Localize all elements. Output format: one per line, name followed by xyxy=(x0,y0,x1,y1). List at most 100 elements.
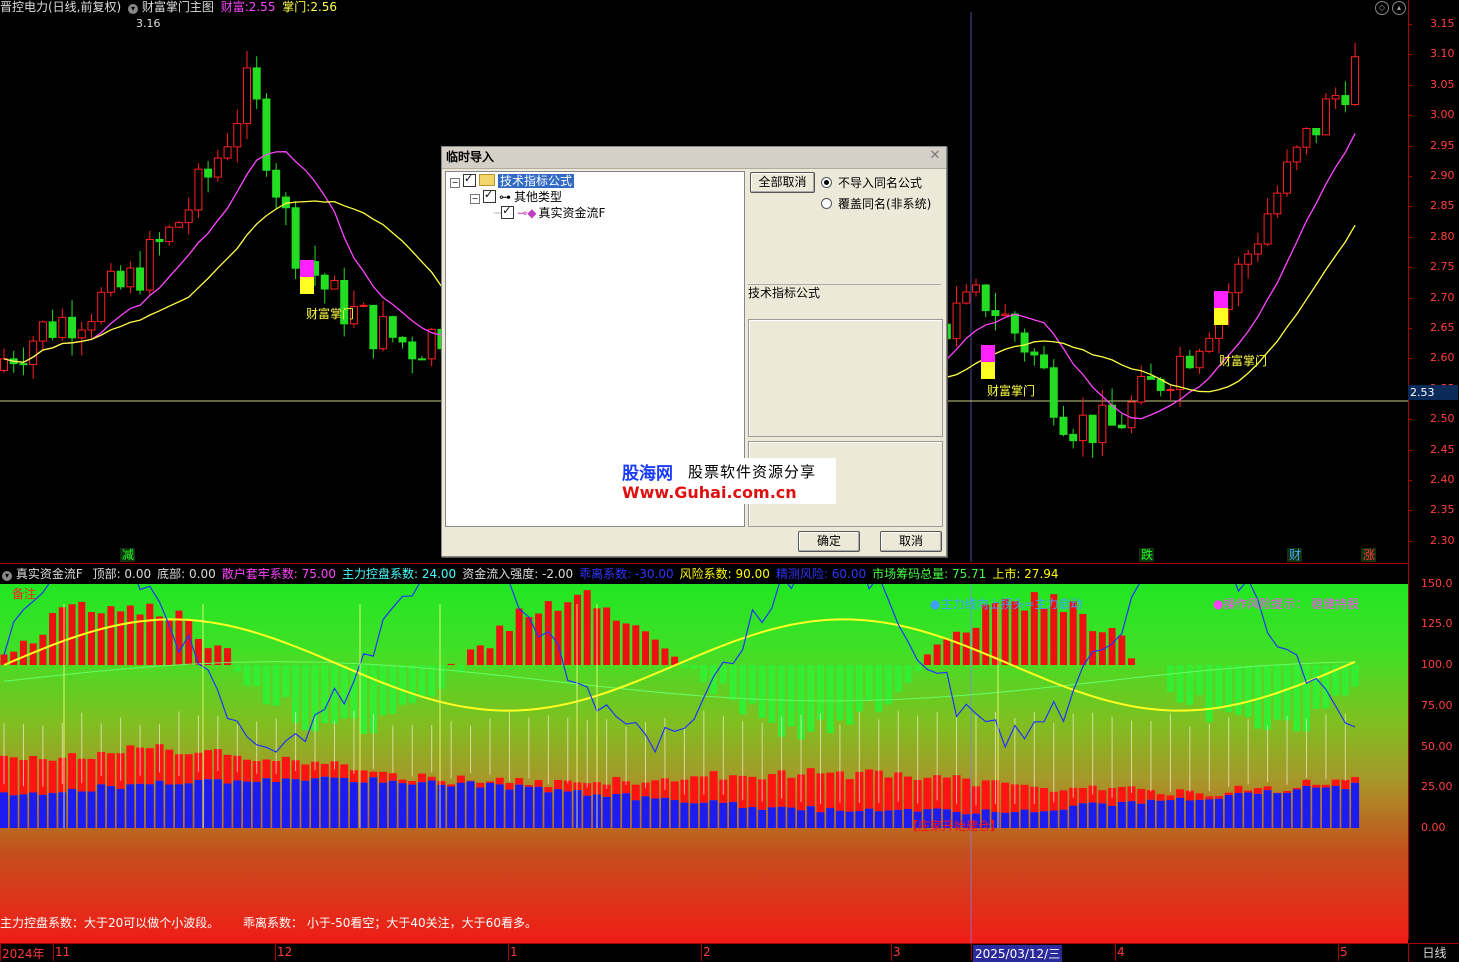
blue-volume-bar xyxy=(1128,801,1136,828)
cancel-button[interactable]: 取消 xyxy=(880,531,942,552)
flow-up-bar xyxy=(195,639,202,665)
red-volume-bar xyxy=(1001,783,1009,813)
group-divider xyxy=(748,284,941,285)
main-indicator-name[interactable]: 财富掌门主图 xyxy=(142,0,214,14)
blue-volume-bar xyxy=(875,811,883,828)
price-tick-mark xyxy=(1408,450,1412,451)
collapse-node-icon[interactable]: − xyxy=(470,194,480,204)
indicator-toggle-icon-2[interactable]: ▾ xyxy=(2,571,12,581)
blue-volume-bar xyxy=(1244,793,1252,828)
close-icon[interactable]: ✕ xyxy=(928,149,942,163)
blue-volume-bar xyxy=(49,793,57,828)
red-volume-bar xyxy=(525,785,533,787)
watermark-brand: 股海网 xyxy=(622,459,673,484)
flow-down-bar xyxy=(253,665,260,686)
red-volume-bar xyxy=(885,777,893,810)
flow-down-bar xyxy=(856,665,863,711)
blue-volume-bar xyxy=(758,810,766,828)
radio-no-import[interactable]: 不导入同名公式 xyxy=(821,174,922,191)
tree-label-tech[interactable]: 技术指标公式 xyxy=(498,174,574,188)
indicator-toggle-icon[interactable]: ▾ xyxy=(128,4,138,14)
red-volume-bar xyxy=(262,759,270,778)
tree-node-flow[interactable]: ┈⊸◆真实资金流F xyxy=(494,205,605,221)
radio-overwrite[interactable]: 覆盖同名(非系统) xyxy=(821,195,931,212)
tree-label-flow[interactable]: 真实资金流F xyxy=(539,206,606,220)
flow-up-bar xyxy=(448,664,455,665)
price-tick-mark xyxy=(1408,85,1412,86)
signal-label: 跌 xyxy=(1141,547,1153,562)
indicator-param-value: -30.00 xyxy=(631,567,674,581)
flow-down-bar xyxy=(1254,665,1261,729)
red-volume-bar xyxy=(535,780,543,787)
flow-down-bar xyxy=(866,665,873,700)
blue-volume-bar xyxy=(1273,793,1281,828)
blue-volume-bar xyxy=(214,779,222,828)
ok-button[interactable]: 确定 xyxy=(798,531,860,552)
blue-volume-bar xyxy=(185,783,193,828)
flow-down-bar xyxy=(1216,665,1223,710)
blue-volume-bar xyxy=(505,790,513,828)
candle-body xyxy=(1079,415,1086,440)
blue-volume-bar xyxy=(564,791,572,828)
price-tick-label: 2.40 xyxy=(1430,473,1455,486)
flow-up-bar xyxy=(10,652,17,665)
flow-down-bar xyxy=(1352,665,1359,686)
radio-dot-icon[interactable] xyxy=(821,198,832,209)
cancel-all-button[interactable]: 全部取消 xyxy=(750,172,815,193)
red-volume-bar xyxy=(1166,795,1174,800)
red-volume-bar xyxy=(447,784,455,786)
candle-body xyxy=(1147,376,1154,379)
red-volume-bar xyxy=(1098,790,1106,803)
blue-volume-bar xyxy=(622,793,630,828)
tree-line: ┈ xyxy=(494,206,501,220)
candle-body xyxy=(49,322,56,338)
annotation-accumulation: 【庄家开始建仓】 xyxy=(906,817,1002,834)
blue-volume-bar xyxy=(1176,798,1184,828)
checkbox-other[interactable] xyxy=(483,190,496,203)
red-volume-bar xyxy=(1332,780,1340,786)
red-volume-bar xyxy=(962,779,970,815)
blue-volume-bar xyxy=(282,779,290,828)
price-tick-mark xyxy=(1408,328,1412,329)
flow-up-bar xyxy=(146,604,153,665)
indicator-tick-label: 75.00 xyxy=(1421,699,1453,712)
expand-icon[interactable]: ▴ xyxy=(1392,1,1406,15)
radio-dot-icon[interactable] xyxy=(821,177,832,188)
indicator-param-label: 市场筹码总量: xyxy=(872,567,948,581)
blue-volume-bar xyxy=(457,783,465,828)
flow-up-bar xyxy=(1041,609,1048,665)
red-volume-bar xyxy=(1157,794,1165,801)
collapse-node-icon[interactable]: − xyxy=(450,178,460,188)
period-button[interactable]: 日线 xyxy=(1408,943,1459,962)
tree-label-other[interactable]: 其他类型 xyxy=(514,190,562,204)
flow-down-bar xyxy=(234,665,241,672)
indicator-panel[interactable]: 备注 ●主力线向上拐头=主力启动 ●操作风险提示： 稳健持股 【庄家开始建仓】 … xyxy=(0,584,1408,943)
flow-up-bar xyxy=(98,613,105,665)
tree-node-other[interactable]: −⊶其他类型 xyxy=(470,189,562,205)
indicator-param-label: 顶部: xyxy=(93,567,121,581)
checkbox-flow[interactable] xyxy=(501,206,514,219)
candle-body xyxy=(39,322,46,341)
candle-body xyxy=(1352,57,1359,105)
dialog-title-bar[interactable]: 临时导入 ✕ xyxy=(442,147,946,169)
indicator-param-value: 24.00 xyxy=(418,567,456,581)
blue-volume-bar xyxy=(97,784,105,828)
blue-volume-bar xyxy=(807,806,815,828)
candle-body xyxy=(992,311,999,316)
collapse-icon[interactable]: ◇ xyxy=(1375,1,1389,15)
red-volume-bar xyxy=(476,783,484,788)
indicator-name[interactable]: 真实资金流F xyxy=(16,567,83,581)
red-volume-bar xyxy=(496,778,504,785)
indicator-param-value: 60.00 xyxy=(828,567,866,581)
price-tick-label: 2.75 xyxy=(1430,260,1455,273)
red-volume-bar xyxy=(185,754,193,783)
blue-volume-bar xyxy=(1215,799,1223,828)
flow-up-bar xyxy=(535,614,542,665)
blue-volume-bar xyxy=(632,800,640,828)
flow-down-bar xyxy=(1167,665,1174,692)
blue-volume-bar xyxy=(311,778,319,828)
stock-title[interactable]: 晋控电力(日线,前复权) xyxy=(0,0,121,14)
checkbox-tech[interactable] xyxy=(463,174,476,187)
tree-node-tech[interactable]: − 技术指标公式 xyxy=(450,173,574,189)
wealth-marker-top xyxy=(981,345,995,362)
